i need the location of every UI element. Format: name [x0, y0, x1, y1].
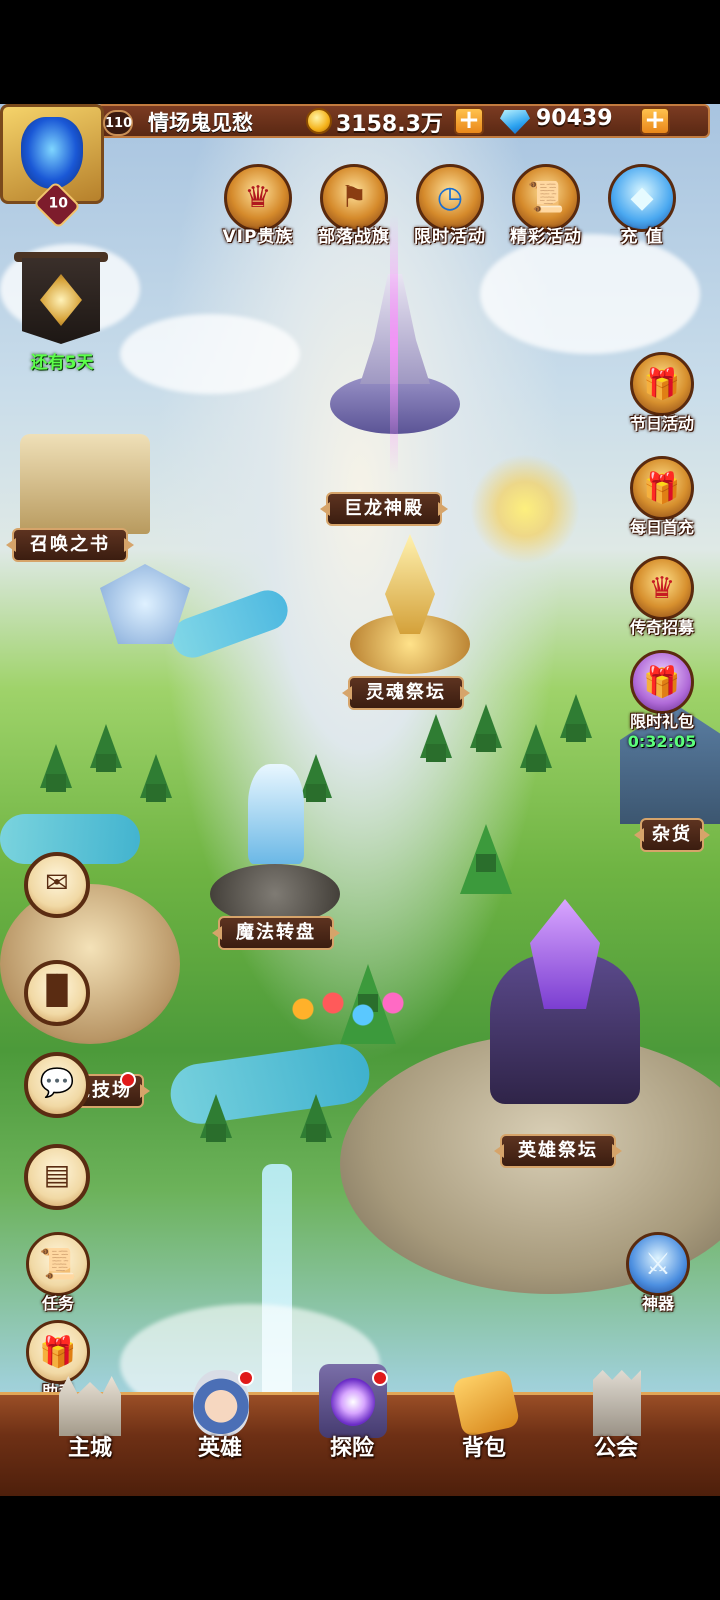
contacts-icon: ▤	[43, 1158, 71, 1191]
gift-clock-icon: 🎁	[630, 650, 694, 714]
season-countdown: 还有5天	[30, 353, 94, 373]
backpack-icon	[443, 1362, 525, 1438]
limited-event-button[interactable]: ◷ 限时活动	[404, 164, 496, 247]
river	[166, 1040, 374, 1128]
featured-events-button[interactable]: 📜 精彩活动	[500, 164, 592, 247]
tree	[300, 1094, 332, 1142]
tree	[520, 724, 552, 772]
light-beam	[390, 214, 398, 474]
artifact-button[interactable]: ⚔ 神器	[608, 1232, 708, 1314]
limited-gift-pack-button[interactable]: 🎁 限时礼包 0:32:05	[612, 650, 712, 751]
castle-icon	[49, 1362, 131, 1436]
ranking-icon: ▐▌	[35, 974, 79, 1007]
treasure-chest-icon: 🎁	[630, 352, 694, 416]
contacts-button[interactable]: ▤	[24, 1144, 90, 1210]
tree	[200, 1094, 232, 1142]
balloons-decoration	[285, 979, 405, 1039]
tribe-banner-button[interactable]: ⚑ 部落战旗	[308, 164, 400, 247]
hero-altar-label[interactable]: 英雄祭坛	[500, 1134, 616, 1168]
purple-crystal	[530, 899, 600, 1009]
cloud-decoration	[120, 314, 300, 394]
arena-building[interactable]	[0, 884, 180, 1044]
gold-amount: 3158.3万	[336, 112, 443, 137]
task-scroll-icon: 📜	[26, 1232, 90, 1296]
daily-first-recharge-button[interactable]: 🎁 每日首充	[612, 456, 712, 538]
cloud-decoration	[480, 234, 700, 354]
player-name: 情场鬼见愁	[148, 111, 253, 135]
summon-book-label[interactable]: 召唤之书	[12, 528, 128, 562]
guild-tower-icon	[575, 1362, 657, 1436]
recharge-button[interactable]: ◆ 充 值	[596, 164, 688, 247]
gift-pack-timer: 0:32:05	[627, 732, 697, 751]
artifact-blade-icon: ⚔	[626, 1232, 690, 1296]
player-avatar[interactable]: 10	[0, 104, 104, 230]
grocery-label[interactable]: 杂货	[640, 818, 704, 852]
avatar-portrait	[21, 117, 83, 189]
gift-box-icon: 🎁	[630, 456, 694, 520]
nav-main-city[interactable]: 主城	[30, 1362, 150, 1462]
nav-adventure[interactable]: 探险	[292, 1362, 412, 1462]
adventure-notification-dot	[372, 1370, 388, 1386]
festival-event-button[interactable]: 🎁 节日活动	[612, 352, 712, 434]
ranking-button[interactable]: ▐▌	[24, 960, 90, 1026]
gem-amount: 90439	[536, 106, 613, 131]
tree	[140, 754, 172, 802]
tree	[90, 724, 122, 772]
vip-button[interactable]: ♛ VIP贵族	[212, 164, 304, 247]
mail-button[interactable]: ✉	[24, 852, 90, 918]
nav-guild[interactable]: 公会	[556, 1362, 676, 1462]
chat-icon: 💬	[39, 1066, 75, 1099]
dragon-temple-label[interactable]: 巨龙神殿	[326, 492, 442, 526]
mail-icon: ✉	[45, 866, 69, 899]
player-level: 110	[103, 110, 133, 136]
add-gems-button[interactable]: +	[640, 107, 670, 135]
legend-recruit-button[interactable]: ♛ 传奇招募	[612, 556, 712, 638]
heroes-notification-dot	[238, 1370, 254, 1386]
magic-wheel-base	[210, 864, 340, 924]
task-button[interactable]: 📜 任务	[8, 1232, 108, 1314]
magic-wheel-building[interactable]	[248, 764, 304, 864]
tree	[40, 744, 72, 792]
chat-button[interactable]: 💬	[24, 1052, 90, 1118]
firework-effect	[470, 454, 580, 564]
nav-heroes[interactable]: 英雄	[160, 1362, 280, 1462]
arena-notification-dot	[120, 1072, 136, 1088]
soul-altar-label[interactable]: 灵魂祭坛	[348, 676, 464, 710]
summon-book-building[interactable]	[20, 434, 150, 534]
tree	[300, 754, 332, 802]
tree	[420, 714, 452, 762]
gold-coin-icon	[306, 108, 332, 134]
tree	[470, 704, 502, 752]
magic-wheel-label[interactable]: 魔法转盘	[218, 916, 334, 950]
tree	[560, 694, 592, 742]
add-gold-button[interactable]: +	[454, 107, 484, 135]
christmas-tree	[460, 824, 512, 894]
chalice-icon: ♛	[630, 556, 694, 620]
nav-backpack[interactable]: 背包	[424, 1362, 544, 1462]
season-banner[interactable]: 还有5天	[10, 252, 114, 373]
